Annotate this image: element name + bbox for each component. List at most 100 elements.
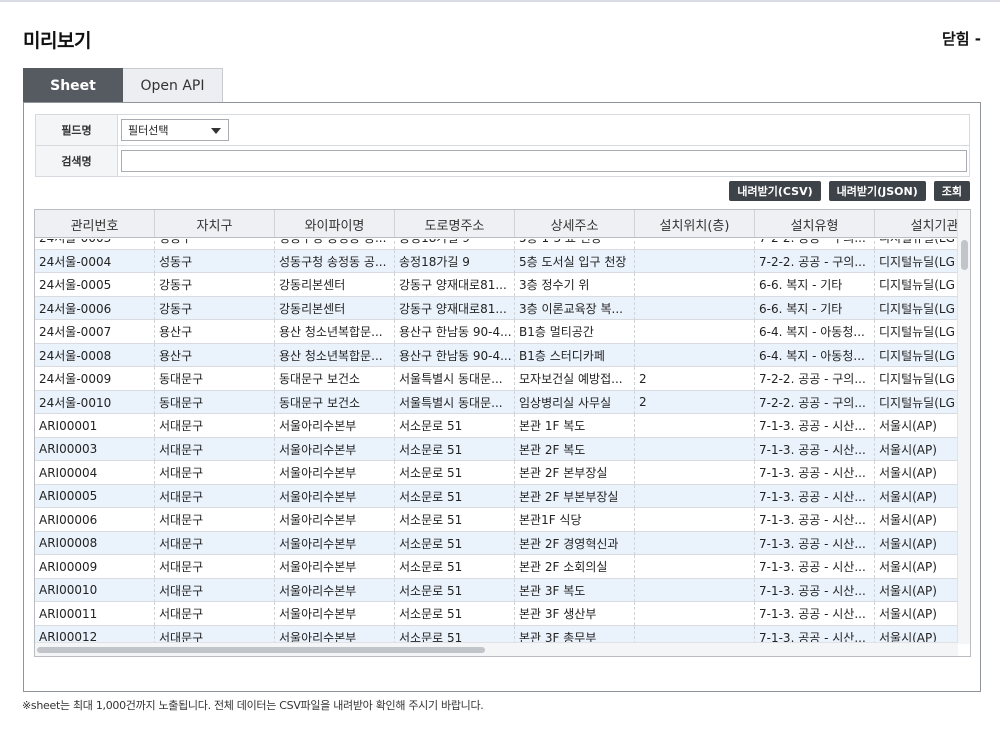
- column-header[interactable]: 설치기관: [875, 210, 958, 237]
- table-cell: 임상병리실 사무실: [515, 390, 635, 414]
- table-cell: 디지털뉴딜(LG: [875, 367, 958, 390]
- column-header[interactable]: 와이파이명: [275, 210, 395, 237]
- table-cell: ARI00005: [35, 484, 155, 508]
- table-row[interactable]: 24서울-0007 용산구 용산 청소년복합문... 용산구 한남동 90-4... B…: [35, 320, 958, 344]
- table-cell: 7-1-3. 공공 - 시산...: [755, 578, 875, 602]
- table-cell: 서대문구: [155, 531, 275, 555]
- table-cell: 24서울-0009: [35, 367, 155, 390]
- table-cell: [635, 273, 755, 296]
- table-cell: 서울시(AP): [875, 579, 958, 602]
- table-cell: 서소문로 51: [395, 461, 515, 484]
- grid-body: 24서울-0003성동구성동구청 송정동 공...송정18가길 95층 1-3 …: [35, 239, 958, 643]
- table-row[interactable]: ARI00011 서대문구 서울아리수본부 서소문로 51 본관 3F 생산부 7-1-3…: [35, 602, 958, 626]
- table-cell: 7-1-3. 공공 - 시산...: [755, 414, 875, 437]
- table-row[interactable]: 24서울-0005 강동구 강동리본센터 강동구 양재대로81... 3층 정수기 위 6…: [35, 273, 958, 297]
- column-header[interactable]: 도로명주소: [395, 210, 515, 237]
- table-cell: 송정18가길 9: [395, 249, 515, 273]
- table-cell: [635, 484, 755, 508]
- table-cell: 서대문구: [155, 461, 275, 484]
- table-cell: 디지털뉴딜(LG: [875, 320, 958, 343]
- table-cell: 7-1-3. 공공 - 시산...: [755, 437, 875, 461]
- table-cell: 6-6. 복지 - 기타: [755, 273, 875, 296]
- query-button[interactable]: 조회: [933, 181, 970, 201]
- tab-sheet[interactable]: Sheet: [23, 68, 123, 102]
- grid-rows: 24서울-0003성동구성동구청 송정동 공...송정18가길 95층 1-3 …: [35, 239, 958, 643]
- table-cell: 서울시(AP): [875, 602, 958, 625]
- table-cell: 성동구: [155, 239, 275, 249]
- table-cell: 강동리본센터: [275, 296, 395, 320]
- table-cell: 서울아리수본부: [275, 508, 395, 531]
- table-cell: 서소문로 51: [395, 484, 515, 508]
- download-json-button[interactable]: 내려받기(JSON): [828, 181, 926, 201]
- table-row[interactable]: ARI00012 서대문구 서울아리수본부 서소문로 51 본관 3F 총무부 7-1-3…: [35, 625, 958, 644]
- table-cell: 24서울-0005: [35, 273, 155, 296]
- table-cell: 서울시(AP): [875, 485, 958, 508]
- tab-bar: Sheet Open API: [23, 68, 223, 102]
- tab-open-api[interactable]: Open API: [123, 68, 223, 102]
- table-cell: 서울아리수본부: [275, 531, 395, 555]
- table-cell: 서울시(AP): [875, 626, 958, 644]
- close-button[interactable]: 닫힘 -: [942, 28, 981, 49]
- table-cell: 강동구: [155, 296, 275, 320]
- table-row[interactable]: 24서울-0006 강동구 강동리본센터 강동구 양재대로81... 3층 이론교육장 …: [35, 296, 958, 320]
- table-row[interactable]: ARI00008 서대문구 서울아리수본부 서소문로 51 본관 2F 경영혁신과 7-1…: [35, 531, 958, 555]
- grid-header: 관리번호 자치구 와이파이명 도로명주소 상세주소 설치위치(층) 설치유형 설치기관: [35, 210, 958, 238]
- search-input[interactable]: [121, 150, 967, 173]
- horizontal-scrollbar[interactable]: [35, 642, 958, 656]
- table-cell: 서울시(AP): [875, 508, 958, 531]
- vertical-scroll-thumb[interactable]: [961, 240, 968, 270]
- table-cell: 5층 1-3 표 현장: [515, 239, 635, 249]
- table-row[interactable]: ARI00004 서대문구 서울아리수본부 서소문로 51 본관 2F 본부장실 7-1-…: [35, 461, 958, 485]
- sheet-panel: 필드명 필터선택 검색명 내려받기(CSV) 내려받기(JSON) 조회 관리번…: [23, 102, 981, 692]
- field-select[interactable]: 필터선택: [121, 119, 229, 141]
- table-row[interactable]: ARI00001 서대문구 서울아리수본부 서소문로 51 본관 1F 복도 7-1-3.…: [35, 414, 958, 438]
- top-border: [0, 0, 1000, 2]
- download-csv-button[interactable]: 내려받기(CSV): [729, 181, 821, 201]
- table-cell: 송정18가길 9: [395, 239, 515, 249]
- table-cell: [635, 343, 755, 367]
- table-row[interactable]: ARI00009 서대문구 서울아리수본부 서소문로 51 본관 2F 소회의실 7-1-…: [35, 555, 958, 579]
- table-cell: 디지털뉴딜(LG: [875, 391, 958, 414]
- table-row[interactable]: 24서울-0009 동대문구 동대문구 보건소 서울특별시 동대문... 모자보건실 예…: [35, 367, 958, 391]
- table-cell: 본관 3F 생산부: [515, 602, 635, 625]
- table-row[interactable]: ARI00005 서대문구 서울아리수본부 서소문로 51 본관 2F 부본부장실 7-1…: [35, 484, 958, 508]
- table-cell: 성동구청 송정동 공...: [275, 239, 395, 249]
- column-header[interactable]: 자치구: [155, 210, 275, 237]
- table-cell: 7-1-3. 공공 - 시산...: [755, 508, 875, 531]
- table-row[interactable]: ARI00010 서대문구 서울아리수본부 서소문로 51 본관 3F 복도 7-1-3.…: [35, 578, 958, 602]
- table-row[interactable]: 24서울-0008 용산구 용산 청소년복합문... 용산구 한남동 90-4... B…: [35, 343, 958, 367]
- table-cell: 서울시(AP): [875, 532, 958, 555]
- footer-notice: ※sheet는 최대 1,000건까지 노출됩니다. 전체 데이터는 CSV파일…: [22, 699, 484, 712]
- vertical-scrollbar[interactable]: [957, 210, 970, 644]
- table-cell: 7-1-3. 공공 - 시산...: [755, 555, 875, 578]
- table-row[interactable]: ARI00003 서대문구 서울아리수본부 서소문로 51 본관 2F 복도 7-1-3.…: [35, 437, 958, 461]
- table-cell: [635, 239, 755, 249]
- table-cell: ARI00009: [35, 555, 155, 578]
- column-header[interactable]: 관리번호: [35, 210, 155, 237]
- search-label: 검색명: [35, 145, 118, 177]
- table-cell: 7-1-3. 공공 - 시산...: [755, 602, 875, 625]
- column-header[interactable]: 설치유형: [755, 210, 875, 237]
- table-cell: 서소문로 51: [395, 602, 515, 625]
- table-cell: 용산 청소년복합문...: [275, 343, 395, 367]
- horizontal-scroll-thumb[interactable]: [37, 647, 485, 653]
- table-cell: 서소문로 51: [395, 531, 515, 555]
- table-cell: 7-2-2. 공공 - 구의...: [755, 367, 875, 390]
- table-row[interactable]: 24서울-0004 성동구 성동구청 송정동 공... 송정18가길 9 5층 도서실 …: [35, 249, 958, 273]
- field-name-label: 필드명: [35, 114, 118, 146]
- table-row[interactable]: 24서울-0010 동대문구 동대문구 보건소 서울특별시 동대문... 임상병리실 사…: [35, 390, 958, 414]
- table-cell: 성동구: [155, 249, 275, 273]
- table-cell: 서대문구: [155, 578, 275, 602]
- table-cell: 서울시(AP): [875, 438, 958, 461]
- table-cell: 서울아리수본부: [275, 437, 395, 461]
- table-row[interactable]: 24서울-0003성동구성동구청 송정동 공...송정18가길 95층 1-3 …: [35, 239, 958, 250]
- table-cell: 7-1-3. 공공 - 시산...: [755, 484, 875, 508]
- table-cell: 디지털뉴딜(LG: [875, 250, 958, 273]
- table-cell: ARI00011: [35, 602, 155, 625]
- table-cell: 강동리본센터: [275, 273, 395, 296]
- column-header[interactable]: 상세주소: [515, 210, 635, 237]
- column-header[interactable]: 설치위치(층): [635, 210, 755, 237]
- table-row[interactable]: ARI00006 서대문구 서울아리수본부 서소문로 51 본관1F 식당 7-1-3. …: [35, 508, 958, 532]
- table-cell: [635, 249, 755, 273]
- table-cell: 7-2-2. 공공 - 구의...: [755, 239, 875, 249]
